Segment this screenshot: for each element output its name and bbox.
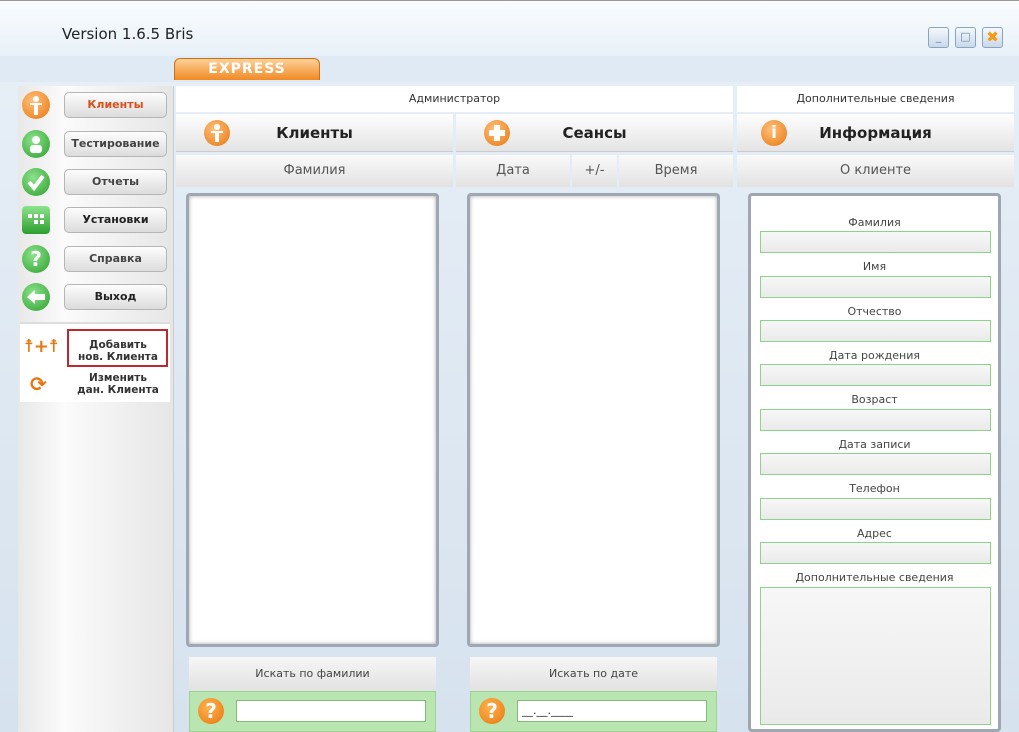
nav-item-reports[interactable]: Отчеты [20,163,172,201]
nav-item-exit[interactable]: Выход [20,278,172,316]
add-client-item[interactable]: ☨+☨ Добавить нов. Клиента [20,329,170,367]
birthdate-field[interactable] [760,364,991,386]
field-label-address: Адрес [857,527,892,540]
clients-section-header: Клиенты [176,114,453,152]
nav-button-help[interactable]: Справка [64,246,167,272]
tab-express[interactable]: EXPRESS [174,58,320,80]
nav-button-reports[interactable]: Отчеты [64,169,167,195]
exit-arrow-icon [22,283,50,311]
extra-info-header: Дополнительные сведения [737,86,1014,112]
settings-grid-icon [22,206,50,234]
maximize-button[interactable]: □ [955,27,976,48]
column-about-client: О клиенте [737,155,1014,187]
edit-client-item[interactable]: ⟳ Изменить дан. Клиента [20,368,170,404]
column-plusminus[interactable]: +/- [572,155,617,187]
checkmark-icon [22,168,50,196]
search-surname-row: ? [189,691,436,732]
user-test-icon [22,130,50,158]
surname-field[interactable] [760,231,991,253]
add-client-icon: ☨+☨ [24,336,59,357]
nav-button-testing[interactable]: Тестирование [64,131,167,157]
help-icon: ? [22,245,50,273]
search-surname-label: Искать по фамилии [189,657,436,691]
info-section-header: i Информация [737,114,1014,152]
client-info-form: Фамилия Имя Отчество Дата рождения Возра… [748,193,1001,732]
close-button[interactable]: ✖ [982,27,1003,48]
info-icon: i [761,120,787,146]
search-date-row: ? __.__.____ [470,691,717,732]
tab-bar [0,56,1019,82]
nav-item-testing[interactable]: Тестирование [20,125,172,163]
minimize-button[interactable]: _ [928,27,949,48]
clients-title: Клиенты [276,124,353,142]
app-version: Version 1.6.5 Bris [62,25,194,43]
nav-button-clients[interactable]: Клиенты [64,92,167,118]
column-surname[interactable]: Фамилия [176,155,453,187]
field-label-surname: Фамилия [848,216,901,229]
nav-button-settings[interactable]: Установки [64,207,167,233]
add-client-label: Добавить нов. Клиента [78,339,158,363]
refresh-icon: ⟳ [30,372,47,396]
patronymic-field[interactable] [760,320,991,342]
clients-list[interactable] [186,193,439,647]
nav-item-settings[interactable]: Установки [20,201,172,239]
field-label-extra: Дополнительные сведения [795,571,954,584]
plus-icon [484,120,510,146]
field-label-age: Возраст [851,393,898,406]
field-label-birthdate: Дата рождения [829,349,920,362]
name-field[interactable] [760,276,991,298]
client-actions-panel: ☨+☨ Добавить нов. Клиента ⟳ Изменить дан… [20,322,170,402]
extra-info-textarea[interactable] [760,587,991,725]
field-label-record-date: Дата записи [838,438,911,451]
help-icon[interactable]: ? [479,698,505,724]
nav-item-help[interactable]: ? Справка [20,240,172,278]
admin-header: Администратор [176,86,733,112]
address-field[interactable] [760,542,991,564]
search-date-input[interactable]: __.__.____ [517,700,707,722]
help-icon[interactable]: ? [198,698,224,724]
nav-item-clients[interactable]: Клиенты [20,86,172,124]
sessions-section-header: Сеансы [456,114,733,152]
field-label-phone: Телефон [849,482,900,495]
record-date-field[interactable] [760,453,991,475]
search-surname-input[interactable] [236,700,426,722]
sessions-list[interactable] [467,193,720,647]
search-date-label: Искать по дате [470,657,717,691]
field-label-name: Имя [862,260,887,273]
age-field[interactable] [760,409,991,431]
phone-field[interactable] [760,498,991,520]
column-time[interactable]: Время [619,155,733,187]
edit-client-label: Изменить дан. Клиента [77,372,159,396]
person-icon [22,91,50,119]
nav-button-exit[interactable]: Выход [64,284,167,310]
info-title: Информация [819,124,932,142]
column-date[interactable]: Дата [456,155,570,187]
sessions-title: Сеансы [562,124,627,142]
person-icon [204,120,230,146]
field-label-patronymic: Отчество [847,305,902,318]
